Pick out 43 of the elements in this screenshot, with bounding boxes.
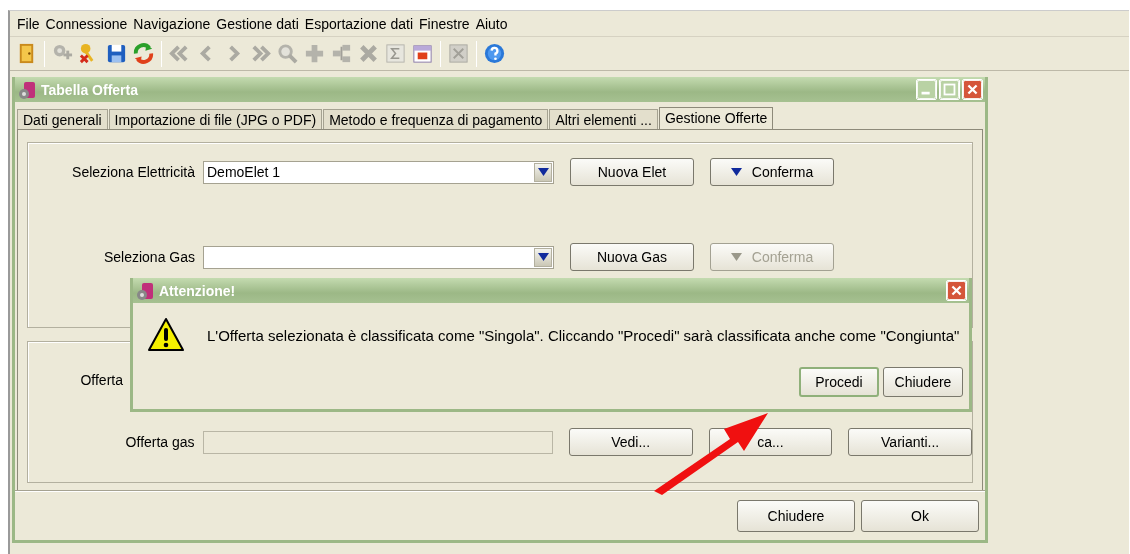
field-label: Seleziona Gas	[102, 249, 196, 265]
minimize-icon[interactable]	[916, 79, 937, 100]
dialog-button[interactable]: Procedi	[799, 367, 879, 397]
tab[interactable]: Gestione Offerte	[658, 107, 774, 129]
new-button[interactable]: Nuova Elet	[570, 158, 694, 186]
field-label: Seleziona Elettricità	[71, 164, 196, 180]
caret-icon	[537, 168, 549, 176]
new-button[interactable]: Nuova Gas	[570, 243, 694, 271]
warning-icon	[147, 317, 185, 353]
menu-item[interactable]: Esportazione dati	[301, 15, 417, 32]
tab[interactable]: Importazione di file (JPG o PDF)	[108, 109, 323, 129]
menu-item[interactable]: Gestione dati	[213, 15, 302, 32]
menu-item[interactable]: Connessione	[42, 15, 131, 32]
tab[interactable]: Altri elementi ...	[549, 109, 658, 129]
field-label: Offerta	[79, 372, 124, 388]
close-icon[interactable]	[946, 280, 967, 301]
tab[interactable]: Dati generali	[17, 109, 108, 129]
app-icon	[135, 280, 155, 301]
close-icon[interactable]	[962, 79, 983, 100]
menu-item[interactable]: Finestre	[416, 15, 473, 32]
action-button[interactable]: Vedi...	[568, 428, 693, 456]
message-text: L'Offerta selezionata è classificata come "Singola". Cliccando "Procedi" sarà classificata anche come "Congiunta"	[207, 326, 960, 344]
menu-item[interactable]: File	[14, 15, 43, 32]
tab[interactable]: Metodo e frequenza di pagamento	[323, 109, 549, 129]
dropdown[interactable]: DemoElet 1	[203, 160, 554, 184]
dropdown[interactable]	[203, 245, 554, 269]
confirm-button[interactable]: Conferma	[710, 158, 834, 186]
field-label: Offerta gas	[124, 434, 196, 450]
dialog-button[interactable]: Chiudere	[883, 367, 963, 397]
menu-item[interactable]: Navigazione	[130, 15, 214, 32]
menu-item[interactable]: Aiuto	[472, 15, 511, 32]
action-button[interactable]: Varianti...	[848, 428, 972, 456]
maximize-icon[interactable]	[939, 79, 960, 100]
help-icon[interactable]	[482, 41, 507, 66]
app-icon	[17, 79, 37, 100]
caret-icon	[730, 168, 742, 176]
caret-icon	[730, 253, 742, 261]
refresh-icon[interactable]	[131, 41, 156, 66]
window-title: Tabella Offerta	[41, 81, 139, 98]
footer-button[interactable]: Ok	[861, 500, 979, 532]
dialog-title: Attenzione!	[159, 282, 237, 299]
caret-icon	[537, 253, 549, 261]
footer-button[interactable]: Chiudere	[737, 500, 855, 532]
